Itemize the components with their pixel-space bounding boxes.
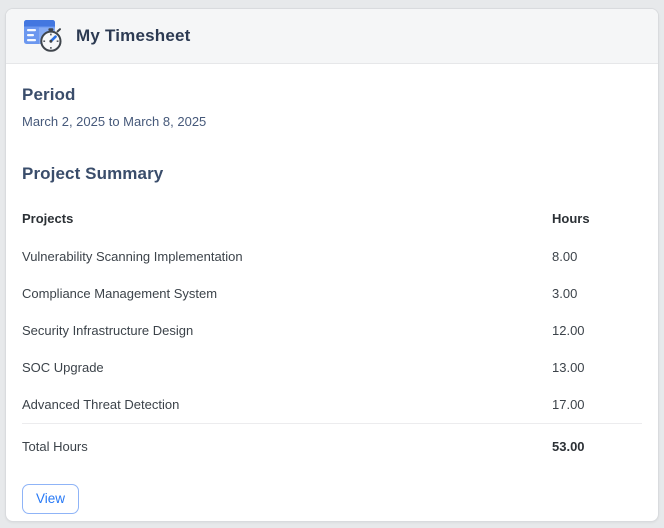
table-row: SOC Upgrade 13.00 (22, 349, 642, 386)
total-hours-label: Total Hours (22, 439, 88, 454)
project-hours: 3.00 (552, 286, 578, 301)
card-body: Period March 2, 2025 to March 8, 2025 Pr… (6, 64, 658, 514)
table-row: Vulnerability Scanning Implementation 8.… (22, 238, 642, 275)
project-hours: 12.00 (552, 323, 585, 338)
period-value: March 2, 2025 to March 8, 2025 (22, 114, 207, 129)
period-heading: Period (22, 85, 76, 104)
page-background: My Timesheet Period March 2, 2025 to Mar… (0, 0, 664, 528)
timesheet-card: My Timesheet Period March 2, 2025 to Mar… (5, 8, 659, 522)
project-name: SOC Upgrade (22, 360, 104, 375)
project-summary-heading: Project Summary (22, 164, 164, 183)
table-row: Security Infrastructure Design 12.00 (22, 312, 642, 349)
timesheet-clock-icon (22, 17, 66, 55)
project-name: Advanced Threat Detection (22, 397, 180, 412)
project-hours: 17.00 (552, 397, 585, 412)
project-hours: 8.00 (552, 249, 578, 264)
project-name: Security Infrastructure Design (22, 323, 194, 338)
view-button[interactable]: View (22, 484, 80, 514)
column-header-hours: Hours (552, 210, 590, 226)
table-header-row: Projects Hours (22, 198, 642, 238)
column-header-projects: Projects (22, 210, 74, 226)
table-row: Advanced Threat Detection 17.00 (22, 386, 642, 423)
card-header: My Timesheet (6, 9, 658, 64)
card-title: My Timesheet (76, 26, 191, 45)
project-summary-table: Projects Hours Vulnerability Scanning Im… (22, 198, 642, 469)
project-name: Vulnerability Scanning Implementation (22, 249, 243, 264)
table-row: Compliance Management System 3.00 (22, 275, 642, 312)
total-row: Total Hours 53.00 (22, 423, 642, 469)
project-hours: 13.00 (552, 360, 585, 375)
project-name: Compliance Management System (22, 286, 218, 301)
total-hours-value: 53.00 (552, 439, 585, 454)
